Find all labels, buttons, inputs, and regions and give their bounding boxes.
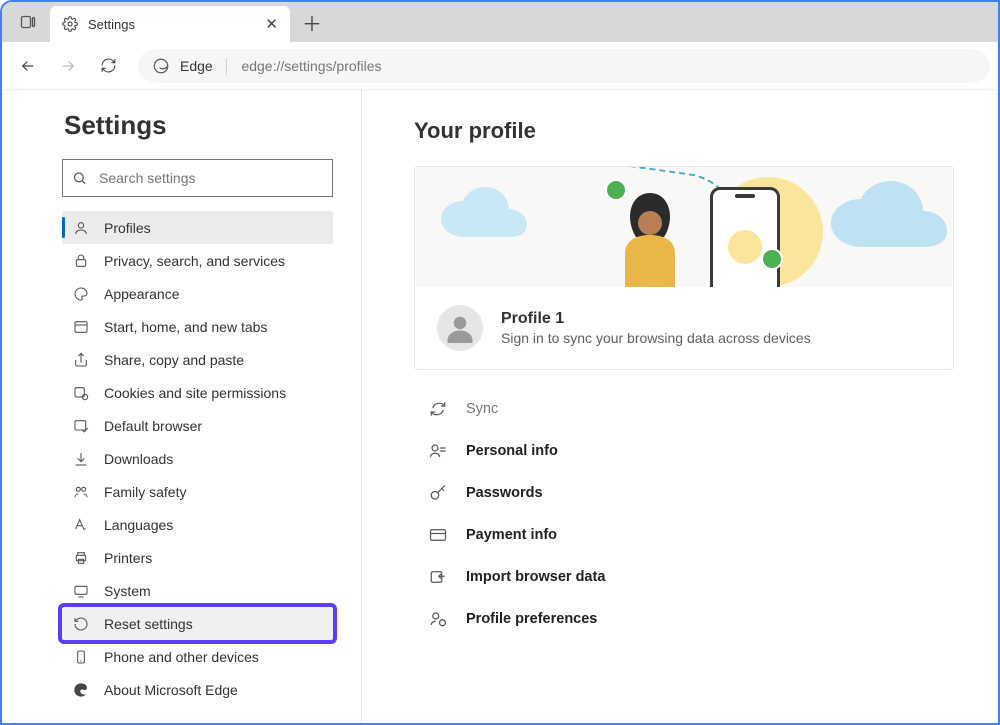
option-label: Sync — [466, 401, 498, 417]
option-label: Payment info — [466, 527, 557, 543]
sidebar-item-about[interactable]: About Microsoft Edge — [62, 673, 333, 706]
sidebar-item-label: Start, home, and new tabs — [104, 319, 267, 335]
sidebar-item-label: About Microsoft Edge — [104, 682, 238, 698]
phone-illustration — [710, 187, 780, 287]
gear-icon — [62, 16, 78, 32]
sidebar-item-label: Profiles — [104, 220, 151, 236]
edge-logo-icon — [72, 682, 90, 698]
lock-icon — [72, 253, 90, 269]
sidebar-item-label: Cookies and site permissions — [104, 385, 286, 401]
sidebar-item-label: Languages — [104, 517, 173, 533]
option-label: Personal info — [466, 443, 558, 459]
back-button[interactable] — [10, 48, 46, 84]
settings-sidebar: Settings Profiles Privacy, search, and s… — [2, 90, 362, 723]
import-icon — [428, 568, 448, 586]
profile-name: Profile 1 — [501, 310, 811, 328]
option-payment-info[interactable]: Payment info — [414, 514, 954, 556]
edge-swirl-icon — [152, 57, 170, 75]
sidebar-item-profiles[interactable]: Profiles — [62, 211, 333, 244]
key-icon — [428, 484, 448, 502]
search-icon — [72, 171, 87, 186]
option-label: Profile preferences — [466, 611, 597, 627]
option-sync[interactable]: Sync — [414, 388, 954, 430]
address-bar[interactable]: Edge │ edge://settings/profiles — [138, 49, 990, 83]
sidebar-item-family[interactable]: Family safety — [62, 475, 333, 508]
sidebar-item-languages[interactable]: Languages — [62, 508, 333, 541]
profile-subtitle: Sign in to sync your browsing data acros… — [501, 330, 811, 346]
profile-options: Sync Personal info Passwords Payment inf… — [414, 388, 954, 640]
refresh-button[interactable] — [90, 48, 126, 84]
sidebar-item-label: Reset settings — [104, 616, 193, 632]
sync-icon — [428, 400, 448, 418]
url-app-label: Edge — [180, 58, 213, 74]
browser-check-icon — [72, 418, 90, 434]
sidebar-item-label: Printers — [104, 550, 152, 566]
sidebar-item-label: Appearance — [104, 286, 180, 302]
settings-panel: Your profile — [362, 90, 998, 723]
sidebar-item-appearance[interactable]: Appearance — [62, 277, 333, 310]
palette-icon — [72, 286, 90, 302]
sidebar-item-printers[interactable]: Printers — [62, 541, 333, 574]
sidebar-item-label: Share, copy and paste — [104, 352, 244, 368]
printer-icon — [72, 550, 90, 566]
sidebar-item-label: Default browser — [104, 418, 202, 434]
personal-info-icon — [428, 442, 448, 460]
browser-toolbar: Edge │ edge://settings/profiles — [2, 42, 998, 90]
sidebar-item-label: Phone and other devices — [104, 649, 259, 665]
tab-actions-icon[interactable] — [14, 8, 42, 36]
search-input[interactable] — [62, 159, 333, 197]
section-heading: Your profile — [414, 118, 998, 144]
sidebar-item-phone[interactable]: Phone and other devices — [62, 640, 333, 673]
sync-badge-icon — [761, 248, 783, 270]
new-tab-button[interactable]: ＋ — [302, 8, 322, 37]
download-icon — [72, 451, 90, 467]
sidebar-item-label: Family safety — [104, 484, 186, 500]
sidebar-item-privacy[interactable]: Privacy, search, and services — [62, 244, 333, 277]
option-personal-info[interactable]: Personal info — [414, 430, 954, 472]
option-label: Import browser data — [466, 569, 605, 585]
sidebar-item-label: Privacy, search, and services — [104, 253, 285, 269]
system-icon — [72, 583, 90, 599]
avatar — [437, 305, 483, 351]
tab-bar: Settings ✕ ＋ — [2, 2, 998, 42]
credit-card-icon — [428, 526, 448, 544]
option-import-data[interactable]: Import browser data — [414, 556, 954, 598]
close-icon[interactable]: ✕ — [265, 15, 278, 33]
option-profile-preferences[interactable]: Profile preferences — [414, 598, 954, 640]
sidebar-item-start[interactable]: Start, home, and new tabs — [62, 310, 333, 343]
divider: │ — [223, 58, 232, 74]
reset-icon — [72, 616, 90, 632]
profile-gear-icon — [428, 610, 448, 628]
sidebar-item-downloads[interactable]: Downloads — [62, 442, 333, 475]
sidebar-item-share[interactable]: Share, copy and paste — [62, 343, 333, 376]
sidebar-item-cookies[interactable]: Cookies and site permissions — [62, 376, 333, 409]
hero-illustration — [415, 167, 953, 287]
page-title: Settings — [64, 110, 333, 141]
profile-row[interactable]: Profile 1 Sign in to sync your browsing … — [415, 287, 953, 369]
profile-card: Profile 1 Sign in to sync your browsing … — [414, 166, 954, 370]
option-label: Passwords — [466, 485, 543, 501]
window-icon — [72, 319, 90, 335]
sidebar-item-system[interactable]: System — [62, 574, 333, 607]
forward-button — [50, 48, 86, 84]
sidebar-item-default-browser[interactable]: Default browser — [62, 409, 333, 442]
url-text: edge://settings/profiles — [241, 58, 381, 74]
phone-icon — [72, 649, 90, 665]
profile-icon — [72, 220, 90, 236]
family-icon — [72, 484, 90, 500]
sidebar-item-reset-settings[interactable]: Reset settings — [62, 607, 333, 640]
share-icon — [72, 352, 90, 368]
browser-tab-settings[interactable]: Settings ✕ — [50, 6, 290, 42]
tab-title: Settings — [88, 17, 135, 32]
cookie-gear-icon — [72, 385, 90, 401]
languages-icon — [72, 517, 90, 533]
sidebar-item-label: Downloads — [104, 451, 173, 467]
option-passwords[interactable]: Passwords — [414, 472, 954, 514]
sidebar-item-label: System — [104, 583, 151, 599]
